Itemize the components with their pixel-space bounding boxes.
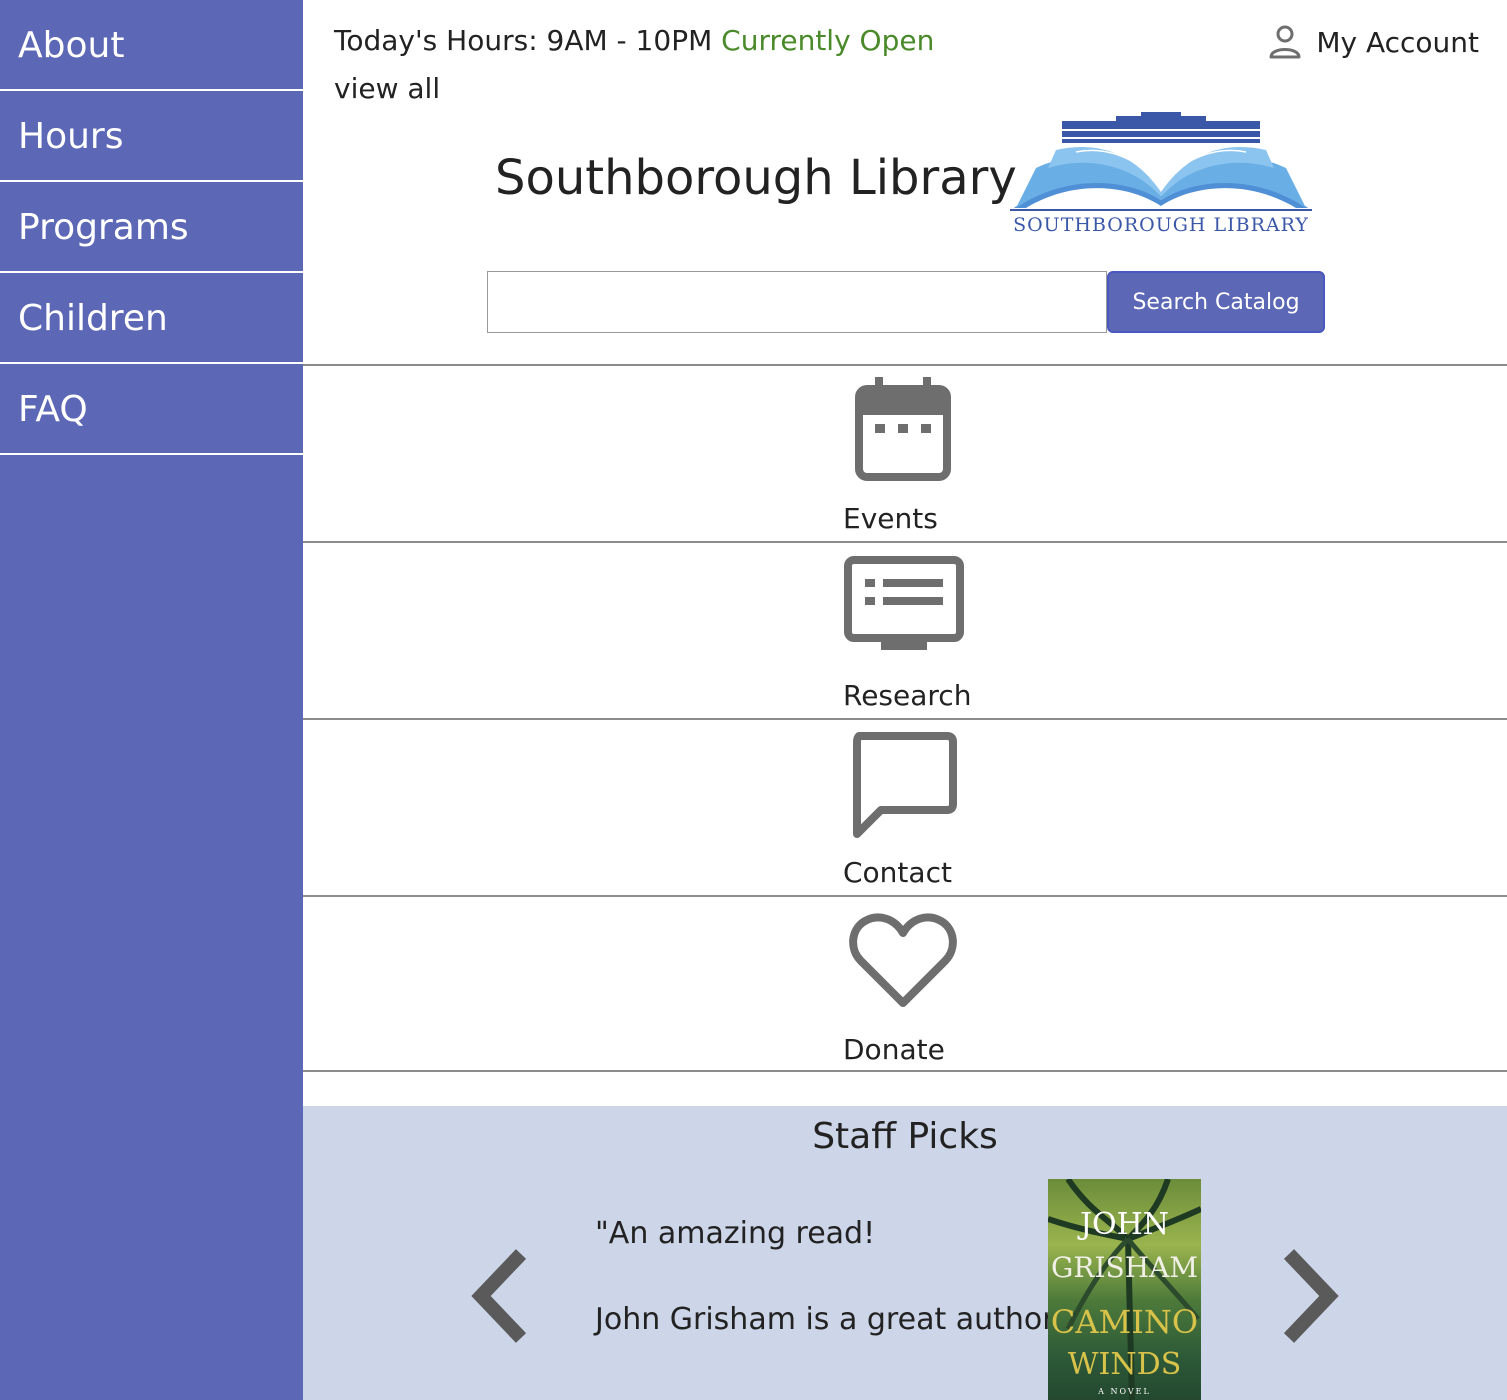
quick-link-research[interactable]: Research: [303, 541, 1507, 718]
sidebar-item-faq[interactable]: FAQ: [0, 364, 303, 455]
heart-icon: [849, 913, 957, 1007]
view-all-hours-link[interactable]: view all: [334, 72, 440, 105]
cover-subtitle: A NOVEL: [1098, 1387, 1151, 1396]
events-label: Events: [843, 502, 938, 535]
quick-link-donate[interactable]: Donate: [303, 895, 1507, 1072]
my-account-link[interactable]: My Account: [1268, 20, 1479, 64]
sidebar-item-about[interactable]: About: [0, 0, 303, 91]
catalog-search-input[interactable]: [487, 271, 1107, 333]
sidebar-item-programs[interactable]: Programs: [0, 182, 303, 273]
cover-author-line-2: GRISHAM: [1051, 1251, 1198, 1284]
site-title: Southborough Library: [495, 150, 1017, 206]
user-icon: [1269, 25, 1301, 59]
main-content: Today's Hours: 9AM - 10PM Currently Open…: [303, 0, 1507, 1400]
sidebar-item-hours[interactable]: Hours: [0, 91, 303, 182]
quick-links: Events Research Contact Donate: [303, 364, 1507, 1072]
quick-link-contact[interactable]: Contact: [303, 718, 1507, 895]
research-label: Research: [843, 679, 972, 712]
carousel-prev-chevron-icon[interactable]: [469, 1248, 531, 1344]
staff-picks-title: Staff Picks: [812, 1116, 998, 1157]
donate-label: Donate: [843, 1033, 945, 1066]
staff-picks: Staff Picks "An amazing read! John Grish…: [303, 1106, 1507, 1400]
sidebar-item-children[interactable]: Children: [0, 273, 303, 364]
carousel-next-chevron-icon[interactable]: [1279, 1248, 1341, 1344]
cover-title-line-2: WINDS: [1067, 1347, 1182, 1382]
page: About Hours Programs Children FAQ Today'…: [0, 0, 1507, 1400]
speech-bubble-icon: [853, 732, 957, 838]
book-cover[interactable]: JOHN GRISHAM CAMINO WINDS A NOVEL: [1048, 1179, 1201, 1400]
cover-title-line-1: CAMINO: [1050, 1303, 1199, 1341]
hours-text: Today's Hours: 9AM - 10PM: [334, 24, 713, 57]
staff-pick-quote-line-2: John Grisham is a great author.": [595, 1302, 1076, 1337]
quick-link-events[interactable]: Events: [303, 364, 1507, 541]
logo-text: SOUTHBOROUGH LIBRARY: [1013, 214, 1309, 236]
staff-pick-quote-line-1: "An amazing read!: [595, 1216, 876, 1251]
cover-author-line-1: JOHN: [1079, 1207, 1170, 1242]
search-catalog-button[interactable]: Search Catalog: [1107, 271, 1325, 333]
calendar-icon: [855, 377, 951, 481]
library-logo[interactable]: SOUTHBOROUGH LIBRARY: [1006, 108, 1316, 244]
open-status: Currently Open: [721, 24, 935, 57]
contact-label: Contact: [843, 856, 952, 889]
open-book-logo-icon: [1010, 112, 1312, 211]
sidebar: About Hours Programs Children FAQ: [0, 0, 303, 1400]
my-account-label: My Account: [1316, 25, 1479, 59]
monitor-list-icon: [844, 556, 964, 650]
todays-hours: Today's Hours: 9AM - 10PM Currently Open: [334, 24, 934, 57]
